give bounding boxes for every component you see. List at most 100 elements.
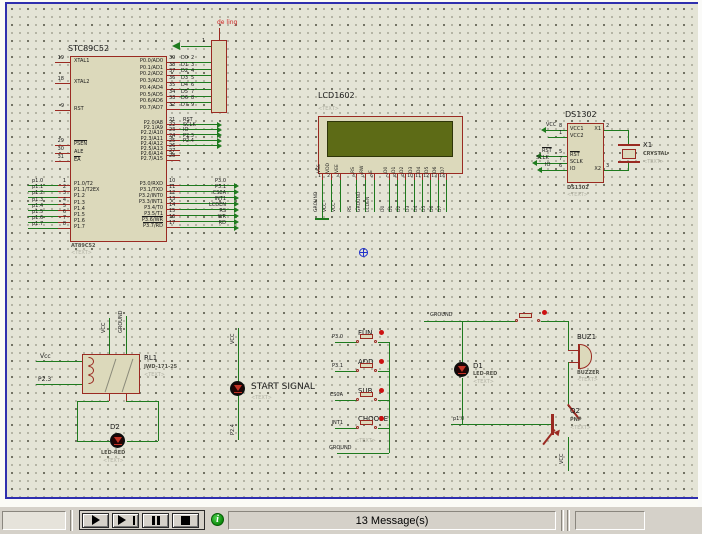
wire <box>36 384 82 385</box>
lcd-pin: E6LCDEN <box>366 158 382 230</box>
wire <box>541 170 567 171</box>
pin-number: 7 <box>559 157 562 162</box>
rtc-title: DS1302 <box>565 111 597 119</box>
net-label: SCLK <box>536 156 549 161</box>
play-button[interactable] <box>82 513 109 528</box>
pin-number: 6 <box>559 164 562 169</box>
key-cap <box>360 363 373 368</box>
diode-icon <box>458 373 466 375</box>
keys-text-placeholder: <TEXT> <box>355 439 376 444</box>
key-actuator-icon <box>379 416 384 421</box>
net-label: RST <box>542 149 552 154</box>
key-terminal <box>374 369 377 372</box>
wire <box>568 362 569 407</box>
net-label: VCC <box>546 123 556 128</box>
net-label: CS0A <box>325 393 343 398</box>
pin-row: P3.7/RD17RD <box>100 221 245 231</box>
lcd-screen <box>327 121 453 157</box>
connector-pin1-number: 1 <box>202 39 205 44</box>
start-signal-label: START SIGNAL <box>251 383 315 392</box>
schematic-canvas[interactable]: STC89C52 19XTAL1 18XTAL2 9RST 29PSEN 30A… <box>0 0 702 507</box>
led-d2[interactable] <box>110 433 125 448</box>
wire <box>158 401 159 441</box>
diode-icon <box>234 385 242 391</box>
step-button[interactable] <box>112 513 139 528</box>
info-icon[interactable]: i <box>211 513 224 526</box>
wire <box>335 428 357 429</box>
key-actuator-icon[interactable] <box>542 310 547 315</box>
key-actuator-icon <box>379 359 384 364</box>
key-sub[interactable]: SUBCS0A <box>335 388 393 408</box>
wire <box>340 180 341 212</box>
canvas-right-margin <box>698 0 702 507</box>
buzzer[interactable] <box>578 344 592 369</box>
wire <box>28 228 58 229</box>
net-label: VCC <box>102 320 107 333</box>
pin-stub <box>219 28 220 40</box>
net-label: IO <box>545 163 550 168</box>
pause-button[interactable] <box>142 513 169 528</box>
wire <box>628 130 629 144</box>
stop-button[interactable] <box>172 513 199 528</box>
key-add[interactable]: ADDP3.1 <box>335 359 393 379</box>
wire <box>36 361 82 362</box>
crystal-text-placeholder: <TEXT> <box>643 160 664 165</box>
net-label: P2.4 <box>231 418 236 435</box>
pin-stub <box>55 110 70 111</box>
rtc-text-placeholder: <TEXT> <box>567 193 588 198</box>
wire <box>568 321 569 350</box>
led-start-signal[interactable] <box>230 381 245 396</box>
key-terminal <box>356 398 359 401</box>
key-terminal <box>515 319 518 322</box>
ground-symbol <box>315 218 329 220</box>
pin-number: 8 <box>559 124 562 129</box>
pin-stub <box>58 228 70 229</box>
pin-name: X2 <box>585 167 601 172</box>
transistor-text-placeholder: <TEXT> <box>570 426 591 431</box>
connector-body[interactable] <box>211 40 227 113</box>
status-bar: i 13 Message(s) <box>0 507 702 534</box>
net-label: VCC <box>231 331 236 344</box>
key-fun[interactable]: FUNP3.0 <box>335 330 393 350</box>
net-label: p1.0 <box>453 417 464 422</box>
crystal-ref: X1 <box>643 142 652 149</box>
wire <box>378 400 389 401</box>
wire <box>77 401 78 441</box>
step-icon <box>118 515 131 525</box>
connector-label: de ling <box>217 20 237 26</box>
pin-row: P2.7/A1528 <box>100 154 235 164</box>
pin-stub <box>568 362 578 363</box>
key-terminal <box>374 398 377 401</box>
mcu-title: STC89C52 <box>68 45 109 53</box>
crystal[interactable] <box>622 149 636 159</box>
wire <box>548 137 567 138</box>
status-left-panel <box>2 511 66 530</box>
wire <box>604 170 629 171</box>
pnp-arrow-icon <box>554 428 562 436</box>
status-message-panel: 13 Message(s) <box>228 511 556 530</box>
key-cap <box>360 392 373 397</box>
relay-ref: RL1 <box>144 355 157 362</box>
pin-name: VCC2 <box>570 134 584 139</box>
pin-number: 5 <box>559 150 562 155</box>
wire <box>446 180 447 212</box>
key-cap[interactable] <box>519 313 532 318</box>
wire <box>389 342 390 453</box>
step-icon <box>133 516 135 525</box>
pin-stub <box>109 394 110 401</box>
key-choose[interactable]: CHOOSEINT1 <box>335 416 393 436</box>
buzzer-text-placeholder: <TEXT> <box>577 378 598 383</box>
lcd-text-placeholder: <TEXT> <box>318 107 339 112</box>
pause-icon <box>157 516 160 525</box>
wire <box>180 227 237 228</box>
wire <box>374 180 375 212</box>
net-label: INT1 <box>325 421 343 426</box>
led-d1[interactable] <box>454 362 469 377</box>
led-d1-ref: D1 <box>473 363 483 370</box>
rtc-part-label: DS1302 <box>567 186 589 191</box>
diode-icon <box>458 366 466 372</box>
wire <box>541 321 568 322</box>
transistor-ref: Q2 <box>570 408 580 415</box>
play-icon <box>92 515 105 525</box>
led-d2-text-placeholder: <TEXT> <box>103 459 124 464</box>
